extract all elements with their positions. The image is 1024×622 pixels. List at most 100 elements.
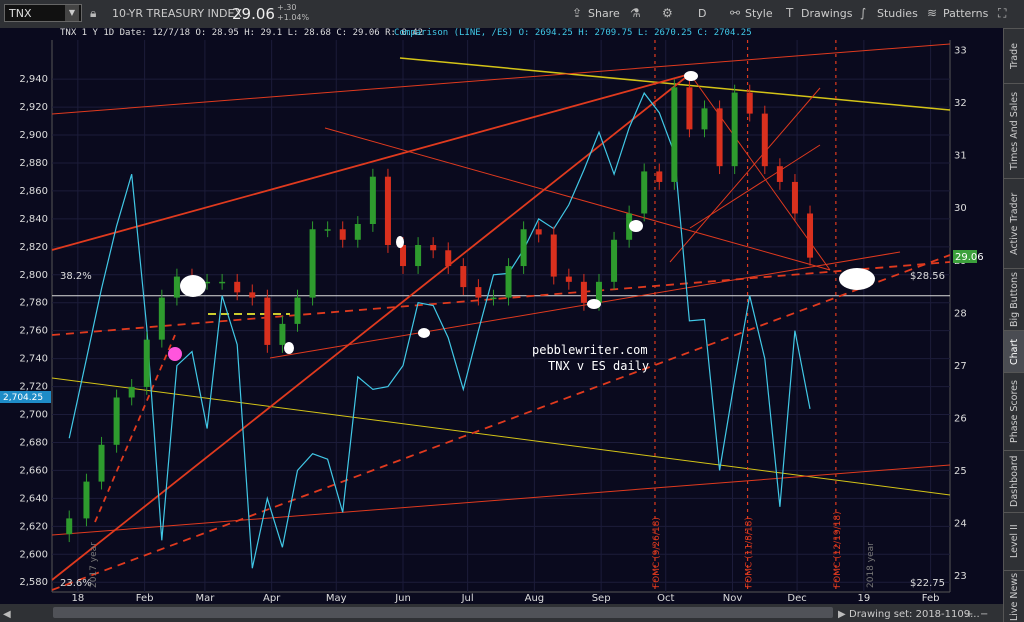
studies-button[interactable]: Studies: [877, 7, 918, 20]
tnx-candle: [490, 297, 497, 300]
fullscreen-icon[interactable]: ⛶: [998, 6, 1006, 21]
drawings-button[interactable]: Drawings: [801, 7, 852, 20]
watermark-line1: pebblewriter.com: [532, 343, 648, 357]
sidebar-tab-trade[interactable]: Trade: [1004, 28, 1024, 83]
patterns-button[interactable]: Patterns: [943, 7, 988, 20]
sidebar-tab-live-news[interactable]: Live News: [1004, 570, 1024, 622]
highlight-ellipse: [180, 275, 206, 297]
tnx-candle: [66, 518, 73, 535]
year-2017-label: 2017 year: [89, 542, 99, 588]
share-button[interactable]: Share: [588, 7, 620, 20]
instrument-name: 10-YR TREASURY INDEX: [112, 7, 242, 20]
fib-236-label: 23.6%: [60, 578, 92, 589]
sidebar-tab-times-and-sales[interactable]: Times And Sales: [1004, 83, 1024, 178]
left-axis-tick: 2,800: [19, 270, 48, 281]
fomc-label: FOMC (12/19/18): [833, 511, 843, 588]
comparison-readout: Comparison (LINE, /ES) O: 2694.25 H: 270…: [394, 28, 752, 38]
lock-icon[interactable]: 🔒︎: [90, 6, 96, 21]
tnx-candle: [686, 87, 693, 130]
magenta-marker: [168, 347, 182, 361]
tnx-candle: [234, 281, 241, 293]
plot-background: [0, 28, 1003, 622]
x-axis-tick: Aug: [525, 593, 545, 604]
gear-icon[interactable]: ⚙: [662, 6, 673, 20]
tnx-candle: [339, 229, 346, 240]
x-axis-tick: Sep: [592, 593, 611, 604]
sidebar-tab-chart[interactable]: Chart: [1004, 330, 1024, 372]
zoom-out-icon[interactable]: −: [980, 609, 988, 620]
sidebar-tab-phase-scores[interactable]: Phase Scores: [1004, 372, 1024, 450]
sidebar-tab-active-trader[interactable]: Active Trader: [1004, 178, 1024, 268]
left-axis-tick: 2,740: [19, 354, 48, 365]
tnx-candle: [249, 292, 256, 298]
right-axis-tick: 24: [954, 519, 967, 530]
studies-icon[interactable]: ∫: [860, 6, 866, 20]
tnx-candle: [384, 176, 391, 246]
left-axis-tick: 2,580: [19, 577, 48, 588]
right-sidebar: Trade Times And Sales Active Trader Big But…: [1003, 28, 1024, 622]
left-axis-tick: 2,700: [19, 410, 48, 421]
left-axis-tick: 2,860: [19, 186, 48, 197]
tnx-candle: [761, 113, 768, 167]
tnx-candle: [776, 166, 783, 182]
x-axis-tick: Oct: [657, 593, 674, 604]
x-axis-tick: Feb: [136, 593, 154, 604]
right-axis-tick: 28: [954, 308, 967, 319]
watermark-line2: TNX v ES daily: [548, 359, 649, 373]
x-axis-tick: Mar: [195, 593, 215, 604]
tnx-candle: [716, 108, 723, 167]
tnx-candle: [445, 250, 452, 267]
tnx-candle: [656, 171, 663, 182]
tnx-candle: [264, 297, 271, 345]
interval-button[interactable]: D: [698, 7, 706, 20]
left-axis-tick: 2,680: [19, 437, 48, 448]
year-2018-label: 2018 year: [866, 542, 876, 588]
fib-382-label: 38.2%: [60, 271, 92, 282]
tnx-candle: [400, 245, 407, 267]
last-price: 29.06: [232, 5, 275, 23]
left-axis-tick: 2,920: [19, 102, 48, 113]
x-axis-tick: Jun: [394, 593, 411, 604]
zoom-in-icon[interactable]: +: [965, 609, 973, 620]
scrollbar-thumb[interactable]: [53, 607, 833, 618]
right-axis-tick: 30: [954, 203, 967, 214]
x-axis-tick: Nov: [723, 593, 743, 604]
left-axis-tick: 2,880: [19, 158, 48, 169]
current-price-badge-text: 29.06: [955, 252, 984, 263]
patterns-icon[interactable]: ≋: [927, 6, 937, 20]
tnx-candle: [746, 92, 753, 114]
tnx-candle: [143, 339, 150, 387]
change-abs: +.30: [277, 3, 297, 12]
highlight-ellipse: [684, 71, 698, 81]
share-icon[interactable]: ⇪: [572, 6, 582, 20]
style-button[interactable]: Style: [745, 7, 773, 20]
sidebar-tab-level-ii[interactable]: Level II: [1004, 512, 1024, 570]
highlight-ellipse: [629, 220, 643, 232]
chevron-down-icon[interactable]: ▼: [65, 5, 79, 21]
scroll-right-icon[interactable]: ▶: [838, 609, 846, 620]
tnx-candle: [279, 323, 286, 345]
style-icon[interactable]: ⚯: [730, 6, 740, 20]
tnx-candle: [611, 239, 618, 282]
left-axis-tick: 2,780: [19, 298, 48, 309]
tnx-candle: [354, 224, 361, 240]
tnx-candle: [505, 266, 512, 298]
right-axis-tick: 31: [954, 151, 967, 162]
symbol-input[interactable]: TNX ▼: [4, 4, 82, 22]
tnx-candle: [641, 171, 648, 214]
price-chart[interactable]: FOMC (9/26/18) FOMC (11/8/18) FOMC (12/19/…: [0, 28, 1003, 622]
left-axis-tick: 2,660: [19, 465, 48, 476]
tnx-candle: [324, 229, 331, 231]
text-icon[interactable]: T: [786, 6, 793, 20]
scroll-left-icon[interactable]: ◀: [3, 609, 11, 620]
sidebar-tab-big-buttons[interactable]: Big Buttons: [1004, 268, 1024, 330]
highlight-ellipse: [418, 328, 430, 338]
fomc-label: FOMC (9/26/18): [652, 517, 662, 588]
left-axis-tick: 2,820: [19, 242, 48, 253]
ohlc-readout: TNX 1 Y 1D Date: 12/7/18 O: 28.95 H: 29.…: [60, 28, 423, 38]
sidebar-tab-dashboard[interactable]: Dashboard: [1004, 450, 1024, 512]
x-axis-tick: 18: [71, 593, 84, 604]
tnx-candle: [294, 297, 301, 324]
flask-icon[interactable]: ⚗: [630, 6, 641, 20]
left-axis-tick: 2,900: [19, 130, 48, 141]
